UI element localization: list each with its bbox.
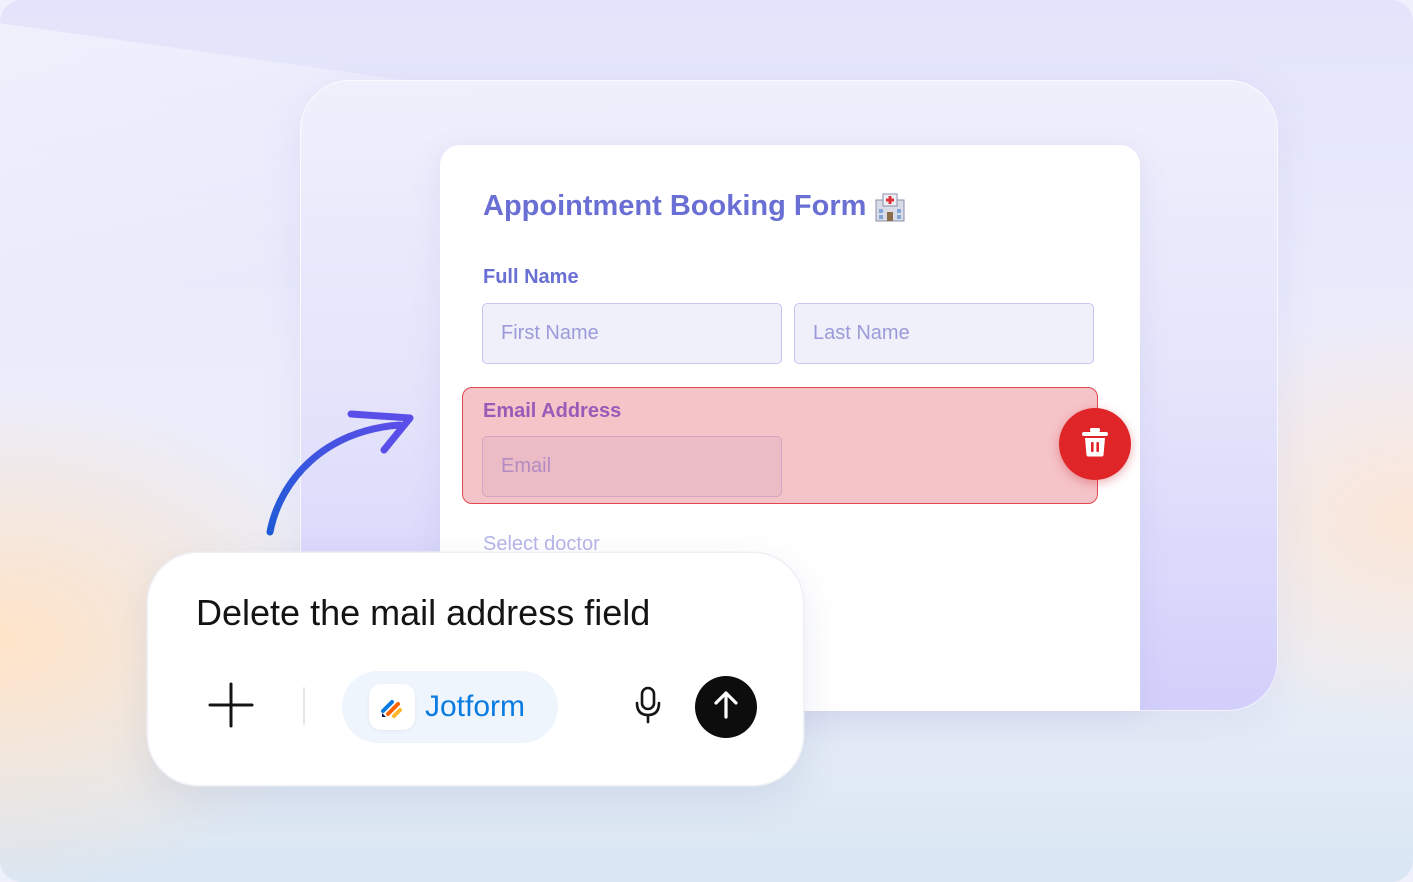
jotform-logo-icon xyxy=(369,684,415,730)
curved-arrow-icon xyxy=(250,400,420,545)
form-title: Appointment Booking Form xyxy=(483,190,906,223)
prompt-input[interactable]: Delete the mail address field xyxy=(196,592,650,634)
last-name-input[interactable]: Last Name xyxy=(794,303,1094,364)
jotform-chip-label: Jotform xyxy=(425,690,526,723)
plus-icon xyxy=(208,682,254,733)
toolbar-divider xyxy=(303,687,305,725)
trash-icon xyxy=(1081,427,1109,462)
jotform-app-chip[interactable]: Jotform xyxy=(342,671,558,743)
send-button[interactable] xyxy=(695,676,757,738)
form-title-text: Appointment Booking Form xyxy=(483,190,867,222)
first-name-input[interactable]: First Name xyxy=(482,303,782,364)
email-address-label: Email Address xyxy=(483,400,622,422)
full-name-label: Full Name xyxy=(483,266,579,288)
email-input[interactable]: Email xyxy=(482,436,782,497)
microphone-icon xyxy=(633,686,663,729)
delete-field-button[interactable] xyxy=(1059,408,1131,480)
prompt-composer xyxy=(148,553,803,785)
voice-input-button[interactable] xyxy=(626,685,670,729)
add-attachment-button[interactable] xyxy=(206,682,256,732)
hospital-icon xyxy=(874,192,906,222)
arrow-up-icon xyxy=(712,690,740,725)
